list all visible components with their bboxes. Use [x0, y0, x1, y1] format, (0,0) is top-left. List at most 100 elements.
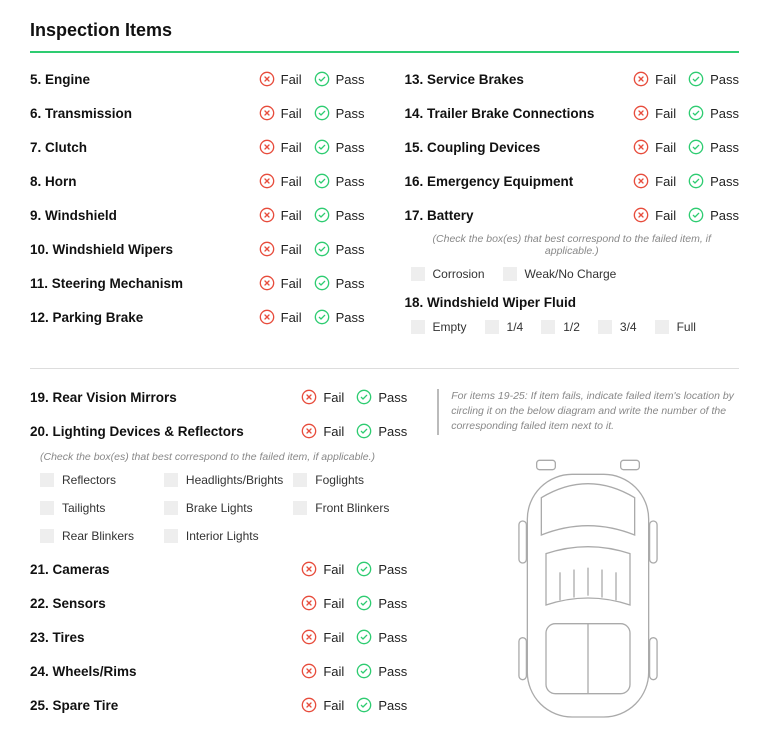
item-label: 6. Transmission — [30, 106, 247, 121]
fail-label: Fail — [323, 596, 344, 611]
fail-label: Fail — [281, 72, 302, 87]
checkbox-icon — [293, 473, 307, 487]
checkbox-icon — [411, 320, 425, 334]
x-circle-icon — [259, 207, 275, 223]
check-circle-icon — [314, 105, 330, 121]
check-circle-icon — [356, 423, 372, 439]
fail-label: Fail — [655, 208, 676, 223]
pass-option[interactable]: Pass — [356, 663, 407, 679]
pass-label: Pass — [378, 562, 407, 577]
checkbox-icon — [655, 320, 669, 334]
pass-label: Pass — [378, 664, 407, 679]
checkbox-option[interactable]: Headlights/Brights — [164, 473, 283, 487]
fail-option[interactable]: Fail — [633, 139, 676, 155]
pass-option[interactable]: Pass — [356, 561, 407, 577]
pass-option[interactable]: Pass — [314, 139, 365, 155]
checkbox-option[interactable]: Reflectors — [40, 473, 154, 487]
fail-option[interactable]: Fail — [633, 71, 676, 87]
checkbox-option[interactable]: Front Blinkers — [293, 501, 407, 515]
checkbox-option[interactable]: Foglights — [293, 473, 407, 487]
fail-option[interactable]: Fail — [301, 595, 344, 611]
checkbox-label: Full — [677, 320, 696, 334]
fail-option[interactable]: Fail — [633, 105, 676, 121]
checkbox-option[interactable]: Full — [655, 320, 696, 334]
item-label: 5. Engine — [30, 72, 247, 87]
checkbox-icon — [541, 320, 555, 334]
pass-option[interactable]: Pass — [356, 423, 407, 439]
fail-label: Fail — [655, 174, 676, 189]
fail-option[interactable]: Fail — [301, 629, 344, 645]
checkbox-label: Corrosion — [433, 267, 485, 281]
x-circle-icon — [259, 173, 275, 189]
check-circle-icon — [314, 71, 330, 87]
pass-option[interactable]: Pass — [314, 241, 365, 257]
check-circle-icon — [688, 173, 704, 189]
pass-option[interactable]: Pass — [314, 309, 365, 325]
checkbox-option[interactable]: 1/2 — [541, 320, 580, 334]
fail-option[interactable]: Fail — [301, 697, 344, 713]
pass-option[interactable]: Pass — [688, 173, 739, 189]
fail-option[interactable]: Fail — [301, 561, 344, 577]
fail-label: Fail — [655, 106, 676, 121]
fail-option[interactable]: Fail — [259, 71, 302, 87]
inspection-row: 9. Windshield Fail Pass — [30, 207, 365, 223]
inspection-row: 17. Battery Fail Pass — [405, 207, 740, 223]
item-label: 23. Tires — [30, 630, 289, 645]
pass-label: Pass — [710, 140, 739, 155]
fail-option[interactable]: Fail — [633, 173, 676, 189]
pass-option[interactable]: Pass — [356, 389, 407, 405]
pass-option[interactable]: Pass — [314, 105, 365, 121]
fail-option[interactable]: Fail — [259, 139, 302, 155]
check-circle-icon — [356, 561, 372, 577]
pass-option[interactable]: Pass — [356, 697, 407, 713]
pass-option[interactable]: Pass — [314, 71, 365, 87]
checkbox-icon — [164, 529, 178, 543]
checkbox-option[interactable]: 3/4 — [598, 320, 637, 334]
inspection-row: 19. Rear Vision Mirrors Fail Pass — [30, 389, 407, 405]
pass-option[interactable]: Pass — [688, 71, 739, 87]
pass-option[interactable]: Pass — [314, 275, 365, 291]
fail-option[interactable]: Fail — [301, 663, 344, 679]
checkbox-icon — [164, 473, 178, 487]
check-circle-icon — [314, 207, 330, 223]
checkbox-option[interactable]: Corrosion — [411, 267, 485, 281]
fail-option[interactable]: Fail — [259, 105, 302, 121]
checkbox-option[interactable]: Empty — [411, 320, 467, 334]
diagram-note: For items 19-25: If item fails, indicate… — [437, 389, 739, 435]
fail-label: Fail — [281, 174, 302, 189]
fail-option[interactable]: Fail — [259, 275, 302, 291]
checkbox-option[interactable]: Interior Lights — [164, 529, 283, 543]
fail-option[interactable]: Fail — [259, 309, 302, 325]
pass-option[interactable]: Pass — [314, 207, 365, 223]
pass-option[interactable]: Pass — [356, 595, 407, 611]
checkbox-option[interactable]: Weak/No Charge — [503, 267, 617, 281]
checkbox-option[interactable]: 1/4 — [485, 320, 524, 334]
x-circle-icon — [259, 71, 275, 87]
fail-label: Fail — [323, 562, 344, 577]
x-circle-icon — [301, 595, 317, 611]
fail-label: Fail — [655, 140, 676, 155]
pass-label: Pass — [336, 276, 365, 291]
check-circle-icon — [356, 697, 372, 713]
pass-option[interactable]: Pass — [314, 173, 365, 189]
check-circle-icon — [314, 139, 330, 155]
pass-option[interactable]: Pass — [688, 207, 739, 223]
checkbox-option[interactable]: Rear Blinkers — [40, 529, 154, 543]
pass-option[interactable]: Pass — [688, 139, 739, 155]
fail-option[interactable]: Fail — [301, 389, 344, 405]
checkbox-option[interactable]: Brake Lights — [164, 501, 283, 515]
fail-option[interactable]: Fail — [259, 207, 302, 223]
pass-label: Pass — [336, 208, 365, 223]
check-circle-icon — [688, 105, 704, 121]
checkbox-option[interactable]: Tailights — [40, 501, 154, 515]
fail-option[interactable]: Fail — [259, 241, 302, 257]
x-circle-icon — [301, 561, 317, 577]
item-label: 20. Lighting Devices & Reflectors — [30, 424, 289, 439]
pass-option[interactable]: Pass — [356, 629, 407, 645]
item-label: 12. Parking Brake — [30, 310, 247, 325]
pass-option[interactable]: Pass — [688, 105, 739, 121]
fail-option[interactable]: Fail — [301, 423, 344, 439]
fail-option[interactable]: Fail — [259, 173, 302, 189]
inspection-row: 6. Transmission Fail Pass — [30, 105, 365, 121]
fail-option[interactable]: Fail — [633, 207, 676, 223]
